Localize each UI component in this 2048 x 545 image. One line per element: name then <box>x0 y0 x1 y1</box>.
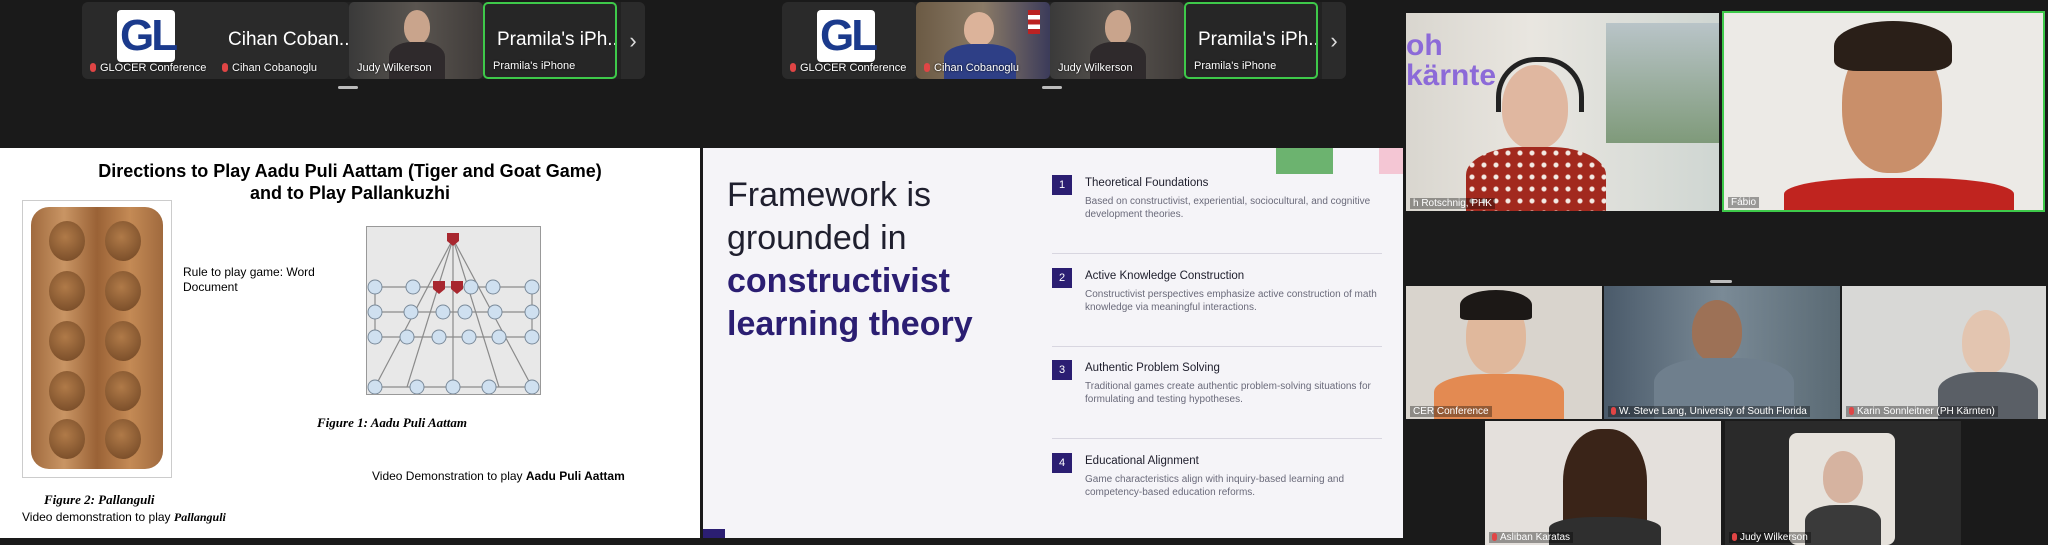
pallanguli-board-image <box>22 200 172 478</box>
participant-hair <box>1834 21 1952 71</box>
participant-big-name: Cihan Coban... <box>228 29 349 50</box>
participant-name: Judy Wilkerson <box>357 62 432 74</box>
video-demo-tiger-link[interactable]: Video Demonstration to play Aadu Puli Aa… <box>372 469 625 483</box>
participant-video <box>1105 10 1131 44</box>
glocer-logo: GL <box>817 10 878 62</box>
glocer-logo: GL <box>117 10 178 62</box>
window-view <box>1606 23 1719 143</box>
muted-mic-icon <box>790 63 796 72</box>
page-indicator <box>338 86 358 89</box>
video-tile-pramila[interactable]: Pramila's iPh... Pramila's iPhone <box>483 2 617 79</box>
participant-video <box>1805 505 1881 545</box>
participant-name: GLOCER Conference <box>90 62 206 74</box>
muted-mic-icon <box>90 63 96 72</box>
video-tile-rotschnig[interactable]: oh kärnte h Rotschnig, PHK <box>1406 13 1719 211</box>
divider <box>1052 253 1382 254</box>
item-title: Active Knowledge Construction <box>1085 270 1245 282</box>
participant-name: CER Conference <box>1410 406 1492 417</box>
muted-mic-icon <box>1611 407 1616 415</box>
next-page-icon[interactable]: › <box>1322 2 1346 79</box>
item-description: Based on constructivist, experiential, s… <box>1085 196 1371 220</box>
video-tile-pramila[interactable]: Pramila's iPh... Pramila's iPhone <box>1184 2 1318 79</box>
video-tile-glocer[interactable]: GL Cihan Coban... GLOCER Conference Ciha… <box>82 2 349 79</box>
flag-icon <box>1028 10 1040 34</box>
item-number: 2 <box>1052 268 1072 288</box>
participant-name: Pramila's iPhone <box>1194 60 1277 72</box>
item-number: 4 <box>1052 453 1072 473</box>
accent-block-green <box>1276 148 1333 174</box>
participant-name: GLOCER Conference <box>790 62 906 74</box>
video-tile-fabio[interactable]: Fábio <box>1722 11 2045 212</box>
participant-big-name: Pramila's iPh... <box>1198 29 1318 50</box>
shared-slide-games: Directions to Play Aadu Puli Aattam (Tig… <box>0 148 700 538</box>
shared-slide-framework: Framework is grounded in constructivist … <box>703 148 1403 538</box>
participant-name: Fábio <box>1728 197 1760 208</box>
tiger-goat-board-image <box>366 226 541 395</box>
item-number: 1 <box>1052 175 1072 195</box>
slide-heading: Framework is grounded in constructivist … <box>727 176 973 343</box>
video-strip-right: GL GLOCER Conference Cihan Cobanoglu Jud… <box>782 2 1346 79</box>
participant-name: Pramila's iPhone <box>493 60 576 72</box>
participant-video <box>1823 451 1863 503</box>
participant-name: Cihan Cobanoglu <box>924 62 1019 74</box>
participant-video <box>1784 178 2014 210</box>
participant-name: Judy Wilkerson <box>1058 62 1133 74</box>
participant-name: Karin Sonnleitner (PH Kärnten) <box>1846 406 1998 417</box>
rule-link-text[interactable]: Rule to play game: Word Document <box>183 265 323 295</box>
participant-video <box>404 10 430 44</box>
item-number: 3 <box>1052 360 1072 380</box>
participant-name: h Rotschnig, PHK <box>1410 198 1495 209</box>
slide-title: Directions to Play Aadu Puli Aattam (Tig… <box>98 161 602 203</box>
participant-name: Asliban Karatas <box>1489 532 1574 543</box>
next-page-icon[interactable]: › <box>621 2 645 79</box>
item-title: Authentic Problem Solving <box>1085 362 1220 374</box>
muted-mic-icon <box>1732 533 1737 541</box>
muted-mic-icon <box>1492 533 1497 541</box>
video-tile-judy-gallery[interactable]: Judy Wilkerson <box>1725 421 1961 545</box>
video-tile-steve-lang[interactable]: W. Steve Lang, University of South Flori… <box>1604 286 1840 419</box>
muted-mic-icon <box>924 63 930 72</box>
video-demo-pallanguli-link[interactable]: Video demonstration to play Pallanguli <box>22 510 226 525</box>
divider <box>1052 438 1382 439</box>
accent-block-pink <box>1379 148 1403 174</box>
video-tile-judy[interactable]: Judy Wilkerson <box>349 2 483 79</box>
wall-text: oh kärnte <box>1406 29 1497 92</box>
participant-name: Cihan Cobanoglu <box>222 62 317 74</box>
video-tile-cihan[interactable]: Cihan Cobanoglu <box>916 2 1050 79</box>
participant-video <box>1692 300 1742 362</box>
video-strip-left: GL Cihan Coban... GLOCER Conference Ciha… <box>82 2 645 79</box>
participant-big-name: Pramila's iPh... <box>497 29 617 50</box>
figure2-caption: Figure 2: Pallanguli <box>44 492 155 507</box>
item-title: Educational Alignment <box>1085 455 1199 467</box>
video-tile-glocer-cam[interactable]: CER Conference <box>1406 286 1602 419</box>
participant-video <box>1962 310 2010 374</box>
wooden-board <box>31 207 163 469</box>
page-indicator <box>1042 86 1062 89</box>
video-tile-judy[interactable]: Judy Wilkerson <box>1050 2 1184 79</box>
figure1-caption: Figure 1: Aadu Puli Aattam <box>317 415 468 430</box>
participant-hair <box>1460 290 1532 320</box>
accent-block-purple <box>703 529 725 538</box>
video-tile-glocer[interactable]: GL GLOCER Conference <box>782 2 916 79</box>
item-title: Theoretical Foundations <box>1085 177 1209 189</box>
divider <box>1052 346 1382 347</box>
muted-mic-icon <box>222 63 228 72</box>
participant-name: W. Steve Lang, University of South Flori… <box>1608 406 1810 417</box>
muted-mic-icon <box>1849 407 1854 415</box>
item-description: Traditional games create authentic probl… <box>1085 381 1371 405</box>
item-description: Constructivist perspectives emphasize ac… <box>1085 289 1377 313</box>
participant-name: Judy Wilkerson <box>1729 532 1811 543</box>
item-description: Game characteristics align with inquiry-… <box>1085 474 1345 498</box>
participant-video <box>964 12 994 46</box>
video-tile-asliban[interactable]: Asliban Karatas <box>1485 421 1721 545</box>
headset-icon <box>1496 57 1584 112</box>
tiger-goat-diagram <box>367 233 540 395</box>
page-indicator <box>1710 280 1732 283</box>
video-tile-karin[interactable]: Karin Sonnleitner (PH Kärnten) <box>1842 286 2046 419</box>
